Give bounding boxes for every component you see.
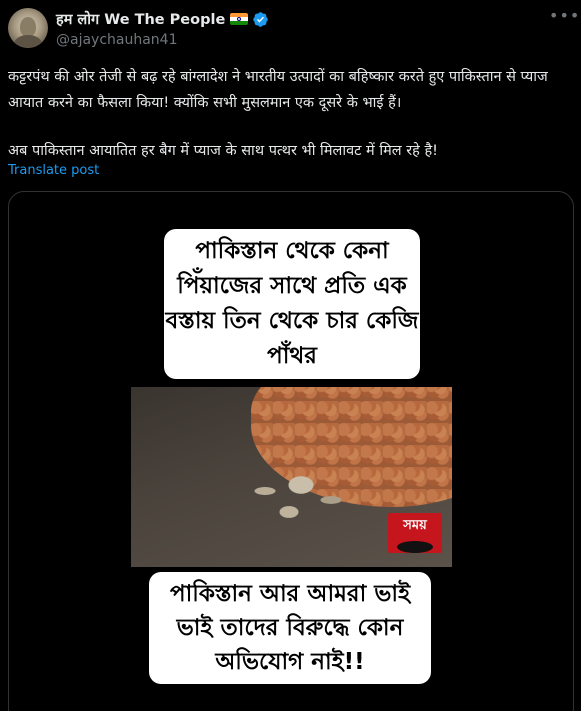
- stones-image: [241, 467, 361, 527]
- post-paragraph-2: अब पाकिस्तान आयातित हर बैग में प्याज के …: [8, 143, 438, 159]
- post-header: हम लोग We The People @ajaychauhan41: [56, 9, 541, 51]
- post-media-video[interactable]: পাকিস্তান থেকে কেনা পিঁয়াজের সাথে প্রতি…: [8, 191, 574, 711]
- india-flag-icon: [230, 13, 249, 25]
- author-display-name[interactable]: हम लोग We The People: [56, 9, 225, 29]
- globe-icon: [397, 541, 433, 553]
- post-text: कट्टरपंथ की ओर तेजी से बढ़ रहे बांग्लादे…: [8, 64, 573, 164]
- video-frame: সময়: [131, 387, 452, 567]
- more-options-icon[interactable]: •••: [549, 8, 579, 28]
- channel-logo: সময়: [388, 513, 442, 553]
- avatar-body: [14, 35, 42, 48]
- name-row: हम लोग We The People: [56, 9, 541, 29]
- media-caption-bottom: পাকিস্তান আর আমরা ভাই ভাই তাদের বিরুদ্ধে…: [149, 572, 431, 684]
- verified-badge-icon: [253, 11, 269, 27]
- author-avatar[interactable]: [8, 8, 48, 48]
- channel-logo-text: সময়: [403, 518, 427, 533]
- author-handle[interactable]: @ajaychauhan41: [56, 32, 541, 48]
- media-caption-top: পাকিস্তান থেকে কেনা পিঁয়াজের সাথে প্রতি…: [164, 229, 420, 379]
- translate-post-link[interactable]: Translate post: [8, 163, 99, 178]
- post-paragraph-1: कट्टरपंथ की ओर तेजी से बढ़ रहे बांग्लादे…: [8, 69, 548, 111]
- avatar-face: [20, 17, 36, 37]
